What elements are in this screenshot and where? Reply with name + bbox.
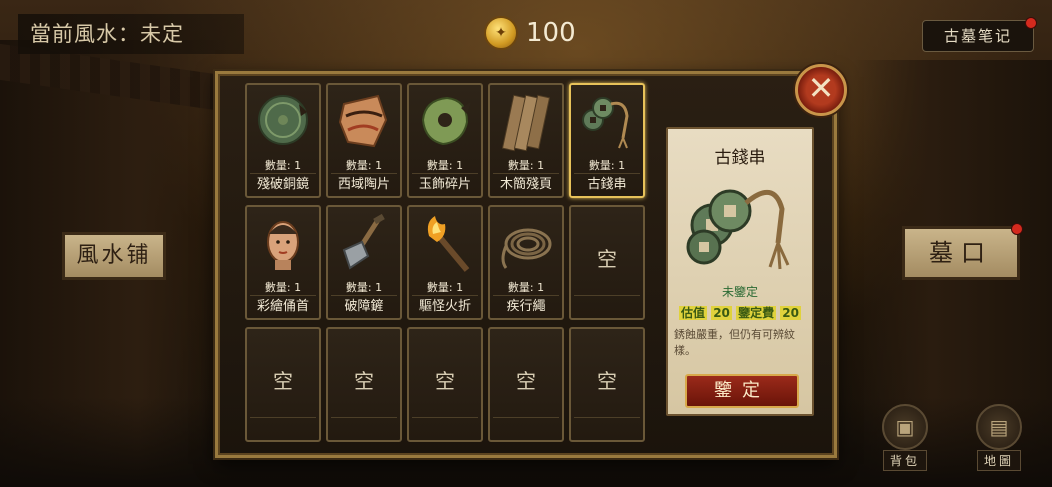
item-detail-card: 古錢串 未鑒定 估值 20 鑒定費 20 銹蝕嚴重，但仍有可辨紋樣。 鑒定 xyxy=(666,127,814,416)
item-quantity: 數量: 1 xyxy=(588,159,626,172)
value-row: 估值 20 鑒定費 20 xyxy=(668,304,812,321)
jade-fragment-icon xyxy=(421,96,471,146)
notification-dot xyxy=(1011,223,1023,235)
item-quantity: 數量: 1 xyxy=(264,159,302,172)
item-name: 古錢串 xyxy=(574,173,640,195)
item-name: 殘破銅鏡 xyxy=(250,173,316,195)
inventory-grid: 數量: 1 殘破銅鏡 數量: 1 西域陶片 數量: 1 玉飾碎片 數量: 1 木… xyxy=(245,83,645,442)
pottery-shard-icon xyxy=(338,94,388,148)
inventory-slot-empty[interactable]: 空 xyxy=(488,327,564,442)
tomb-notes-label: 古墓笔记 xyxy=(943,27,1012,45)
slot-divider xyxy=(250,417,316,418)
map-icon: ▤ xyxy=(976,404,1022,450)
slot-divider xyxy=(331,417,397,418)
tomb-notes-button[interactable]: 古墓笔记 xyxy=(922,17,1037,52)
item-quantity: 數量: 1 xyxy=(426,281,464,294)
empty-slot-label: 空 xyxy=(435,369,455,393)
coin-count: 100 xyxy=(526,18,576,48)
rope-icon xyxy=(501,228,552,269)
empty-slot-label: 空 xyxy=(597,247,617,271)
slot-divider xyxy=(574,417,640,418)
coin-counter: ✦ 100 xyxy=(484,14,576,52)
inventory-slot-empty[interactable]: 空 xyxy=(569,205,645,320)
item-quantity: 數量: 1 xyxy=(345,281,383,294)
inventory-slot[interactable]: 數量: 1 玉飾碎片 xyxy=(407,83,483,198)
slot-divider xyxy=(574,295,640,296)
empty-slot-label: 空 xyxy=(516,369,536,393)
fee-value: 20 xyxy=(780,306,801,320)
bag-label: 背包 xyxy=(882,450,927,471)
map-label: 地圖 xyxy=(976,450,1021,471)
inventory-slot[interactable]: 數量: 1 木簡殘頁 xyxy=(488,83,564,198)
slot-divider xyxy=(493,417,559,418)
notification-dot xyxy=(1025,17,1037,29)
tomb-sign-label: 墓口 xyxy=(929,239,993,267)
inventory-slot[interactable]: 數量: 1 殘破銅鏡 xyxy=(245,83,321,198)
bronze-mirror-icon xyxy=(258,95,308,145)
inventory-slot-empty[interactable]: 空 xyxy=(407,327,483,442)
map-button[interactable]: ▤ 地圖 xyxy=(970,404,1028,471)
bag-button[interactable]: ▣ 背包 xyxy=(876,404,934,471)
inventory-panel: 數量: 1 殘破銅鏡 數量: 1 西域陶片 數量: 1 玉飾碎片 數量: 1 木… xyxy=(215,71,837,458)
detail-title: 古錢串 xyxy=(714,148,766,168)
inventory-slot[interactable]: 數量: 1 疾行繩 xyxy=(488,205,564,320)
item-name: 西域陶片 xyxy=(331,173,397,195)
item-name: 驅怪火折 xyxy=(412,295,478,317)
shovel-icon xyxy=(342,213,385,270)
item-name: 玉飾碎片 xyxy=(412,173,478,195)
item-quantity: 數量: 1 xyxy=(507,159,545,172)
inventory-slot[interactable]: 數量: 1 西域陶片 xyxy=(326,83,402,198)
fengshui-status: 當前風水：未定 xyxy=(18,14,244,54)
bag-icon: ▣ xyxy=(882,404,928,450)
empty-slot-label: 空 xyxy=(597,369,617,393)
inventory-slot-empty[interactable]: 空 xyxy=(326,327,402,442)
inventory-slot-empty[interactable]: 空 xyxy=(245,327,321,442)
fengshui-shop-sign[interactable]: 風水铺 xyxy=(62,232,166,280)
empty-slot-label: 空 xyxy=(354,369,374,393)
item-quantity: 數量: 1 xyxy=(345,159,383,172)
item-name: 破障鏟 xyxy=(331,295,397,317)
item-name: 木簡殘頁 xyxy=(493,173,559,195)
appraisal-status: 未鑒定 xyxy=(721,285,758,299)
slot-divider xyxy=(412,417,478,418)
appraise-button[interactable]: 鑒定 xyxy=(685,374,799,408)
inventory-slot[interactable]: 數量: 1 破障鏟 xyxy=(326,205,402,320)
bamboo-slip-icon xyxy=(501,94,551,152)
item-quantity: 數量: 1 xyxy=(507,281,545,294)
figurine-head-icon xyxy=(267,221,299,270)
coin-string-icon xyxy=(582,97,629,149)
item-quantity: 數量: 1 xyxy=(426,159,464,172)
item-description: 銹蝕嚴重，但仍有可辨紋樣。 xyxy=(674,328,795,357)
estimate-value: 20 xyxy=(711,306,732,320)
empty-slot-label: 空 xyxy=(273,369,293,393)
inventory-slot[interactable]: 數量: 1 驅怪火折 xyxy=(407,205,483,320)
inventory-slot-selected[interactable]: 數量: 1 古錢串 xyxy=(569,83,645,198)
estimate-label: 估值 xyxy=(679,306,708,320)
fee-label: 鑒定費 xyxy=(736,306,777,320)
coin-string-icon xyxy=(686,189,790,270)
close-button[interactable]: ✕ xyxy=(795,64,847,116)
close-icon: ✕ xyxy=(807,69,835,107)
item-quantity: 數量: 1 xyxy=(264,281,302,294)
inventory-slot-empty[interactable]: 空 xyxy=(569,327,645,442)
item-name: 彩繪俑首 xyxy=(250,295,316,317)
tomb-entrance-sign[interactable]: 墓口 xyxy=(902,223,1023,280)
coin-icon: ✦ xyxy=(484,16,518,50)
appraise-label: 鑒定 xyxy=(714,380,770,401)
shop-sign-label: 風水铺 xyxy=(76,243,152,268)
item-name: 疾行繩 xyxy=(493,295,559,317)
inventory-slot[interactable]: 數量: 1 彩繪俑首 xyxy=(245,205,321,320)
torch-icon xyxy=(427,216,470,272)
